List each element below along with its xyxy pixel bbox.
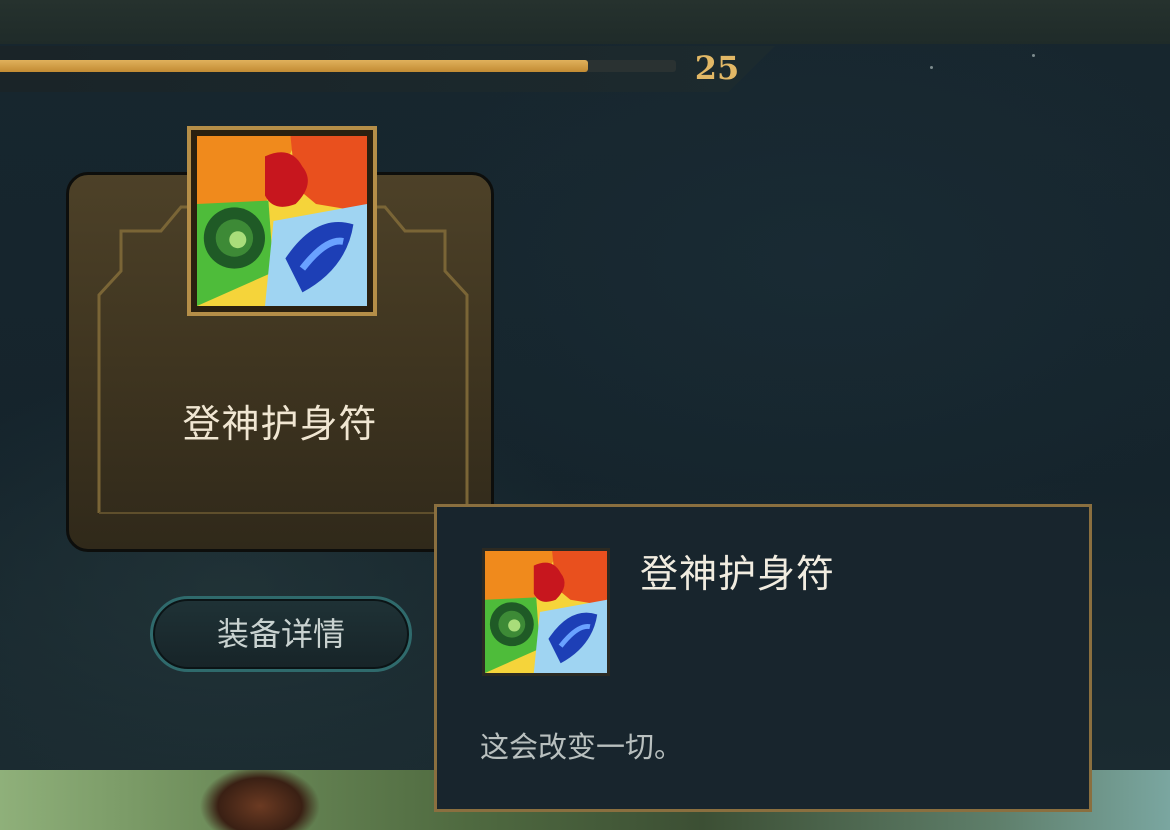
tooltip-description: 这会改变一切。	[480, 730, 684, 764]
equipment-details-button[interactable]: 装备详情	[150, 596, 412, 672]
background-star	[1032, 54, 1035, 57]
level-number: 25	[694, 49, 740, 87]
level-progress-fill	[0, 60, 589, 72]
tooltip-title: 登神护身符	[640, 552, 836, 596]
top-hud-strip	[0, 0, 1170, 44]
level-progress-track	[0, 60, 676, 72]
tooltip-item-icon-frame	[482, 548, 610, 676]
elemental-swirl-icon	[485, 551, 607, 673]
item-icon-frame[interactable]	[187, 126, 377, 316]
background-star	[930, 66, 933, 69]
elemental-swirl-icon	[197, 136, 367, 306]
champion-figure	[200, 770, 320, 830]
item-name: 登神护身符	[182, 402, 378, 446]
